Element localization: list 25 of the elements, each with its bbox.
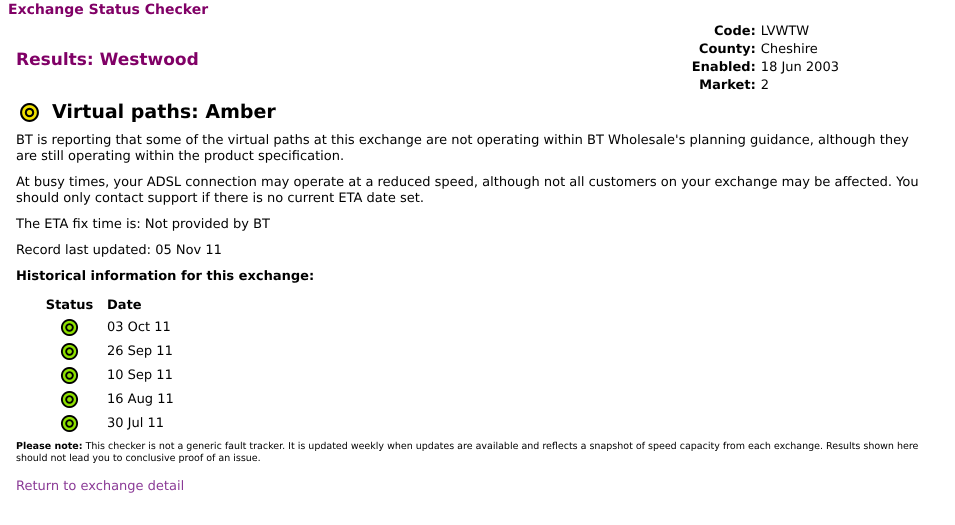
paragraph: At busy times, your ADSL connection may operate at a reduced speed, although not all customers on your exchange may be affected. You should only contact support if there is no current ETA date set. [16, 175, 920, 207]
detail-value: 18 Jun 2003 [760, 60, 839, 75]
site-title: Exchange Status Checker [8, 2, 210, 20]
column-header: Date [107, 298, 142, 313]
date-cell-text: 03 Oct 11 [107, 320, 172, 335]
detail-label: Enabled: [692, 60, 756, 75]
date-cell-text: 16 Aug 11 [107, 392, 175, 407]
detail-label: County: [698, 42, 756, 57]
history-heading: Historical information for this exchange: [16, 269, 316, 284]
date-cell-text: 26 Sep 11 [107, 344, 174, 359]
column-header: Status [46, 298, 94, 313]
note-text: Please note: This checker is not a generic fault tracker. It is updated weekly when updates are available and reflects a snapshot of speed capacity from each exchange. Results shown here should not lead you to conclusive proof of an issue. [16, 441, 920, 465]
status-heading: Virtual paths: Amber [52, 101, 276, 123]
detail-label: Code: [713, 24, 756, 39]
results-title: Results: Westwood [16, 50, 199, 70]
return-link[interactable]: Return to exchange detail [16, 479, 184, 494]
paragraph: The ETA fix time is: Not provided by BT [16, 217, 271, 233]
paragraph: BT is reporting that some of the virtual paths at this exchange are not operating within BT Wholesale's planning guidance, although they are still operating within the product specification. [16, 133, 910, 165]
detail-value: 2 [760, 78, 770, 93]
detail-value: Cheshire [760, 42, 819, 57]
detail-value: LVWTW [760, 24, 810, 39]
detail-label: Market: [698, 78, 756, 93]
date-cell-text: 10 Sep 11 [107, 368, 174, 383]
date-cell-text: 30 Jul 11 [107, 416, 166, 431]
paragraph: Record last updated: 05 Nov 11 [16, 243, 223, 259]
